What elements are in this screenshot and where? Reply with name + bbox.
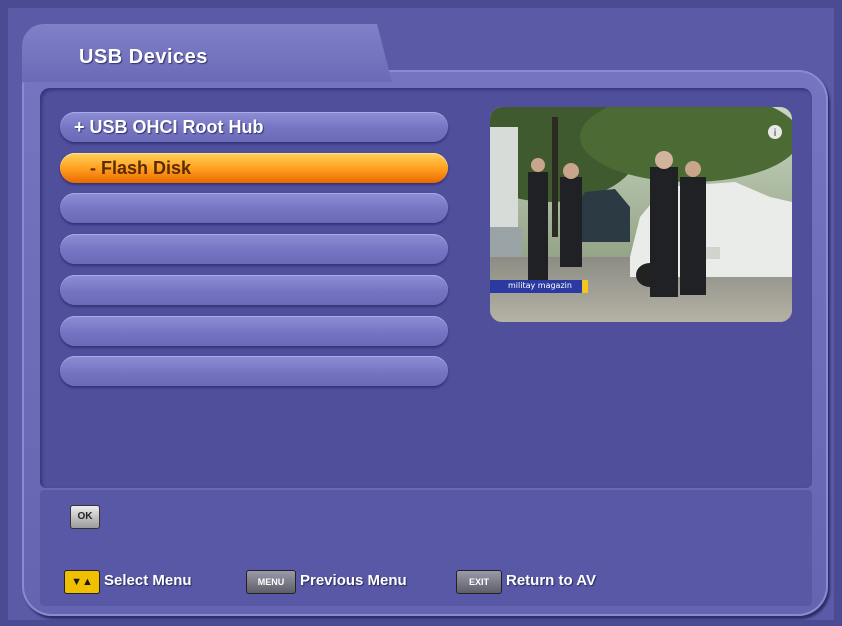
list-item-empty[interactable]: [60, 356, 448, 386]
hint-select-menu: Select Menu: [104, 572, 192, 589]
list-item-label: - Flash Disk: [90, 158, 192, 178]
page-title: USB Devices: [79, 46, 208, 68]
hint-previous-menu: Previous Menu: [300, 572, 407, 589]
list-item-label: + USB OHCI Root Hub: [74, 117, 264, 137]
svg-text:i: i: [774, 128, 777, 139]
video-preview: i militay magazin: [490, 107, 792, 322]
list-item-empty[interactable]: [60, 316, 448, 346]
menu-key-icon: MENU: [246, 570, 296, 594]
hint-return-to-av: Return to AV: [506, 572, 596, 589]
exit-key-icon: EXIT: [456, 570, 502, 594]
list-item-flash-disk[interactable]: - Flash Disk: [60, 153, 448, 183]
list-item-empty[interactable]: [60, 234, 448, 264]
arrow-keys-icon: ▼▲: [64, 570, 100, 594]
list-item-usb-ohci-root-hub[interactable]: + USB OHCI Root Hub: [60, 112, 448, 142]
list-item-empty[interactable]: [60, 275, 448, 305]
ok-key[interactable]: OK: [70, 505, 100, 529]
channel-caption: militay magazin: [508, 281, 572, 290]
list-item-empty[interactable]: [60, 193, 448, 223]
